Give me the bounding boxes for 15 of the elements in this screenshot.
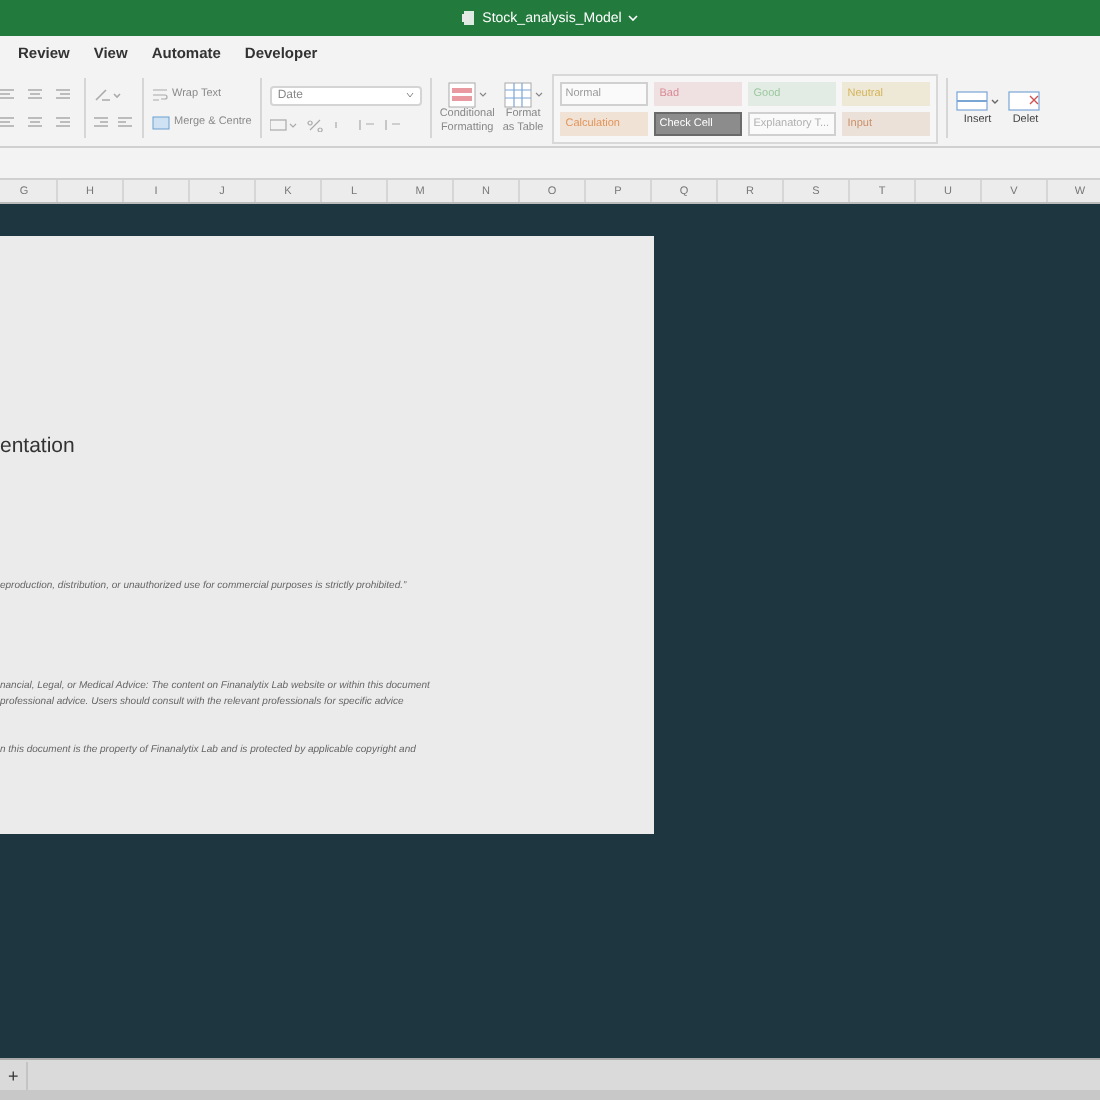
align-icons[interactable] (0, 87, 76, 101)
chevron-down-icon (405, 92, 414, 98)
table-grid-icon (503, 81, 544, 108)
chevron-down-icon[interactable] (627, 14, 638, 22)
insert-rows-icon (955, 89, 1000, 114)
delete-cells-icon (1007, 89, 1044, 114)
merge-cells-icon (152, 115, 170, 129)
orientation-icon[interactable] (94, 87, 122, 101)
document-icon (462, 10, 477, 26)
indent-icons[interactable] (94, 115, 134, 129)
align-icons[interactable] (0, 115, 76, 129)
wrap-text-icon (152, 87, 168, 101)
highlighted-rows-icon (447, 81, 488, 108)
document-heading: entation (0, 434, 75, 458)
formula-bar[interactable] (0, 148, 1100, 180)
